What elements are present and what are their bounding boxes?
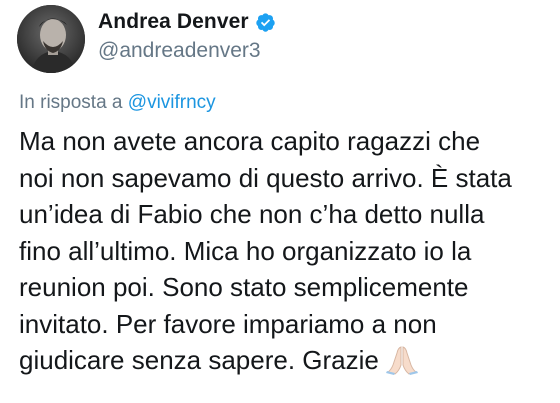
tweet-line: noi non sapevamo di questo arrivo. È sta…	[19, 162, 512, 193]
user-handle[interactable]: @andreadenver3	[98, 39, 276, 63]
tweet-line: un’idea di Fabio che non c’ha detto null…	[19, 199, 485, 229]
tweet-line: invitato. Per favore impariamo a non	[19, 308, 437, 339]
tweet-last-line: giudicare senza sapere. Grazie	[19, 342, 549, 379]
user-names: Andrea Denver @andreadenver3	[98, 8, 276, 63]
avatar[interactable]	[17, 5, 85, 73]
tweet-line: reunion poi. Sono stato semplicemente	[19, 272, 469, 302]
folded-hands-emoji-icon	[385, 345, 419, 375]
tweet-text: Ma non avete ancora capito ragazzi che n…	[19, 123, 549, 379]
reply-context: In risposta a @vivifrncy	[19, 92, 216, 114]
verified-badge-icon	[255, 12, 276, 33]
tweet-line: Ma non avete ancora capito ragazzi che	[19, 126, 481, 156]
reply-prefix: In risposta a	[19, 92, 123, 113]
avatar-photo-icon	[17, 5, 85, 73]
tweet-line: giudicare senza sapere. Grazie	[19, 345, 379, 375]
reply-handle-link[interactable]: @vivifrncy	[128, 92, 216, 113]
tweet-header: Andrea Denver @andreadenver3	[17, 2, 537, 76]
display-name[interactable]: Andrea Denver	[98, 10, 249, 34]
tweet-line: fino all’ultimo. Mica ho organizzato io …	[19, 235, 472, 266]
